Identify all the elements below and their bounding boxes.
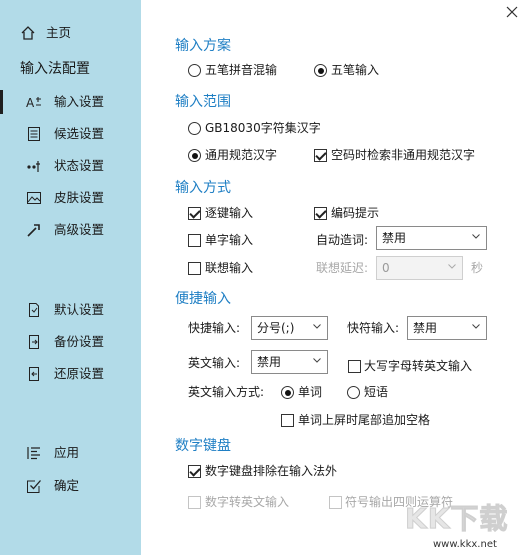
settings-panel: 输入方案 五笔拼音混输 五笔输入 输入范围 GB18030字符集汉字 通用规范汉…: [141, 0, 528, 555]
symbol-calc-checkbox[interactable]: [329, 496, 342, 509]
lianxiang-label[interactable]: 联想输入: [205, 260, 253, 276]
section-title-range: 输入范围: [175, 94, 231, 110]
mode-word-radio[interactable]: [281, 386, 294, 399]
delay-value: 0: [382, 261, 390, 275]
chevron-down-icon: [448, 264, 456, 269]
section-title-method: 输入方式: [175, 180, 231, 196]
numpad-exclude-checkbox[interactable]: [188, 465, 201, 478]
append-space-checkbox[interactable]: [281, 414, 294, 427]
sidebar-heading: 输入法配置: [20, 61, 90, 77]
chevron-down-icon: [472, 324, 480, 329]
fast-symbol-value: 禁用: [413, 321, 438, 335]
range-standard-label[interactable]: 通用规范汉字: [205, 147, 277, 163]
sidebar-item-label: 还原设置: [54, 366, 105, 381]
append-space-label[interactable]: 单词上屏时尾部追加空格: [298, 412, 430, 428]
zhujian-label[interactable]: 逐键输入: [205, 205, 253, 221]
default-settings-icon: [29, 303, 39, 317]
sidebar-item-label: 默认设置: [54, 302, 105, 317]
fast-symbol-label: 快符输入:: [347, 321, 400, 335]
english-mode-label: 英文输入方式:: [188, 385, 265, 399]
mode-phrase-radio[interactable]: [347, 386, 360, 399]
mode-phrase-label[interactable]: 短语: [364, 384, 388, 400]
sidebar-item-label: 候选设置: [54, 126, 105, 141]
chevron-down-icon: [313, 358, 321, 363]
quick-input-select[interactable]: 分号(;): [251, 316, 328, 340]
caps-english-checkbox[interactable]: [348, 360, 361, 373]
sidebar-item-status-settings[interactable]: 状态设置: [0, 152, 141, 180]
sidebar-item-backup-settings[interactable]: 备份设置: [0, 328, 141, 356]
input-settings-icon: A: [26, 96, 41, 110]
auto-word-select[interactable]: 禁用: [376, 226, 487, 250]
advanced-settings-icon: [27, 224, 40, 237]
apply-button[interactable]: 应用: [0, 439, 141, 467]
english-input-label: 英文输入:: [188, 356, 241, 370]
delay-unit: 秒: [471, 261, 484, 275]
range-gb18030-radio[interactable]: [188, 122, 201, 135]
range-standard-radio[interactable]: [188, 149, 201, 162]
sidebar-item-skin-settings[interactable]: 皮肤设置: [0, 184, 141, 212]
status-settings-icon: [27, 161, 40, 172]
sidebar-item-label: 主页: [46, 25, 72, 40]
sidebar-item-restore-settings[interactable]: 还原设置: [0, 360, 141, 388]
range-gb18030-label[interactable]: GB18030字符集汉字: [205, 120, 321, 136]
section-title-scheme: 输入方案: [175, 38, 231, 54]
quick-input-value: 分号(;): [257, 321, 295, 335]
bianma-checkbox[interactable]: [314, 207, 327, 220]
lianxiang-checkbox[interactable]: [188, 262, 201, 275]
scheme-mixed-label[interactable]: 五笔拼音混输: [205, 62, 277, 78]
checkbox-icon: [27, 480, 41, 493]
section-title-quick: 便捷输入: [175, 291, 231, 307]
restore-settings-icon: [29, 367, 39, 381]
backup-settings-icon: [29, 335, 39, 349]
sidebar-item-label: 状态设置: [54, 158, 105, 173]
watermark-url: www.kkx.net: [433, 539, 497, 550]
sidebar-item-label: 备份设置: [54, 334, 105, 349]
svg-text:A: A: [26, 96, 35, 110]
num-to-english-checkbox[interactable]: [188, 496, 201, 509]
sidebar-item-label: 皮肤设置: [54, 190, 105, 205]
danzi-label[interactable]: 单字输入: [205, 232, 253, 248]
zhujian-checkbox[interactable]: [188, 207, 201, 220]
list-icon: [27, 447, 40, 460]
num-to-english-label[interactable]: 数字转英文输入: [205, 494, 289, 510]
section-title-numpad: 数字键盘: [175, 438, 231, 454]
quick-input-label: 快捷输入:: [188, 321, 241, 335]
sidebar-item-label: 输入设置: [54, 94, 105, 109]
delay-select[interactable]: 0: [376, 256, 463, 280]
close-icon[interactable]: [506, 6, 518, 18]
sidebar: 主页 输入法配置 A 输入设置 候选设置 状态设置 皮肤设置 高级设置 默认设置…: [0, 0, 141, 555]
sidebar-item-default-settings[interactable]: 默认设置: [0, 296, 141, 324]
ok-label: 确定: [54, 478, 80, 493]
scheme-mixed-radio[interactable]: [188, 64, 201, 77]
english-input-select[interactable]: 禁用: [251, 350, 328, 374]
ok-button[interactable]: 确定: [0, 472, 141, 500]
watermark: KK下载 www.kkx.net: [399, 495, 524, 555]
english-input-value: 禁用: [257, 355, 282, 369]
scheme-wubi-radio[interactable]: [314, 64, 327, 77]
numpad-exclude-label[interactable]: 数字键盘排除在输入法外: [205, 463, 337, 479]
skin-settings-icon: [27, 192, 41, 204]
candidate-settings-icon: [28, 127, 40, 141]
mode-word-label[interactable]: 单词: [298, 384, 322, 400]
sidebar-item-advanced-settings[interactable]: 高级设置: [0, 216, 141, 244]
apply-label: 应用: [54, 445, 80, 460]
chevron-down-icon: [313, 324, 321, 329]
home-icon: [21, 26, 35, 40]
sidebar-item-home[interactable]: 主页: [0, 19, 141, 47]
delay-label: 联想延迟:: [316, 261, 369, 275]
sidebar-item-label: 高级设置: [54, 222, 105, 237]
bianma-label[interactable]: 编码提示: [331, 205, 379, 221]
auto-word-value: 禁用: [382, 231, 407, 245]
chevron-down-icon: [472, 234, 480, 239]
scheme-wubi-label[interactable]: 五笔输入: [331, 62, 379, 78]
range-extra-label[interactable]: 空码时检索非通用规范汉字: [331, 147, 475, 163]
sidebar-item-input-settings[interactable]: A 输入设置: [0, 88, 141, 116]
watermark-logo: KK下载: [404, 502, 509, 536]
danzi-checkbox[interactable]: [188, 234, 201, 247]
auto-word-label: 自动造词:: [316, 233, 369, 247]
caps-english-label[interactable]: 大写字母转英文输入: [364, 358, 472, 374]
fast-symbol-select[interactable]: 禁用: [407, 316, 487, 340]
range-extra-checkbox[interactable]: [314, 149, 327, 162]
sidebar-item-candidate-settings[interactable]: 候选设置: [0, 120, 141, 148]
